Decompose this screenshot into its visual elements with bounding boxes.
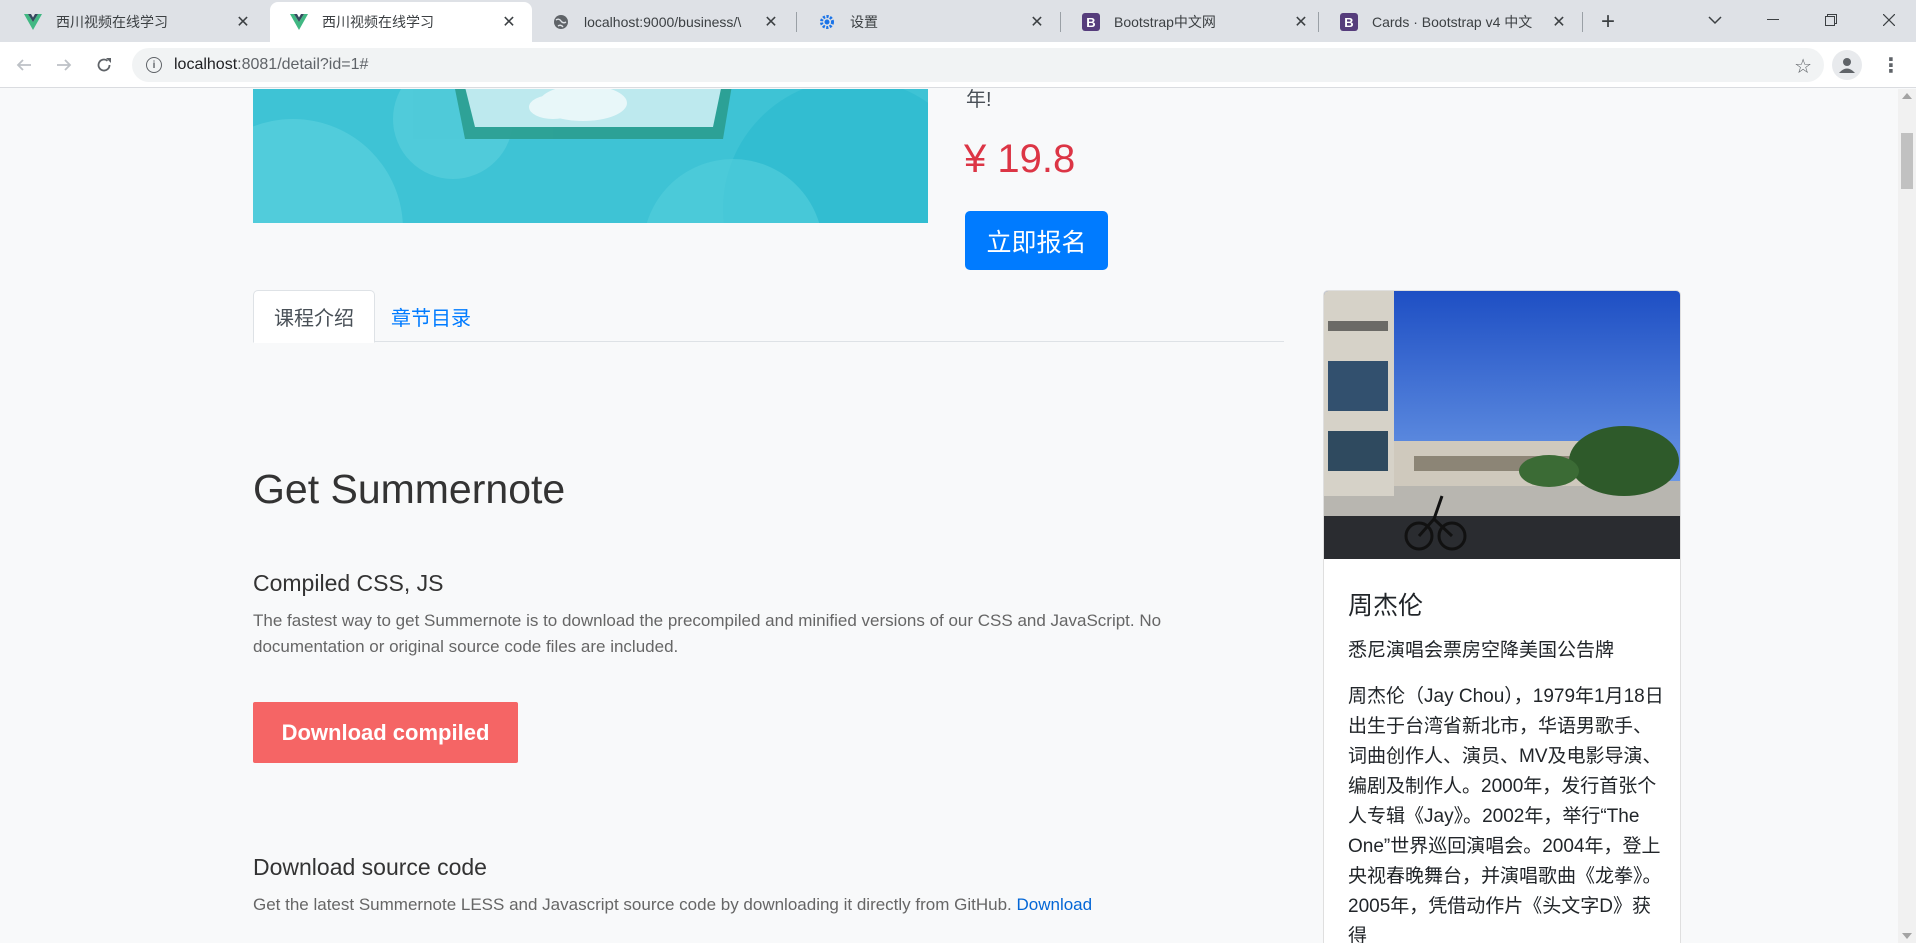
tab-title: 西川视频在线学习: [322, 14, 434, 30]
page-viewport: 年! ¥ 19.8 立即报名 课程介绍 章节目录 Get Summernote …: [0, 89, 1898, 943]
browser-tab-6[interactable]: B Cards · Bootstrap v4 中文 ✕: [1320, 2, 1582, 42]
tab-chapters[interactable]: 章节目录: [371, 290, 491, 342]
teacher-subtitle: 悉尼演唱会票房空降美国公告牌: [1348, 640, 1615, 661]
restore-icon[interactable]: [1808, 0, 1854, 40]
scroll-down-arrow-icon[interactable]: [1902, 933, 1912, 939]
teacher-bio: 周杰伦（Jay Chou），1979年1月18日出生于台湾省新北市，华语男歌手、…: [1348, 686, 1664, 943]
tab-title: localhost:9000/business/\: [584, 14, 742, 30]
tab-title: 设置: [850, 14, 878, 30]
url-host: localhost: [174, 56, 238, 73]
url-path: :8081/detail?id=1#: [237, 56, 369, 73]
close-icon[interactable]: ✕: [500, 13, 518, 31]
forward-arrow-icon[interactable]: [48, 49, 80, 81]
close-icon[interactable]: ✕: [234, 13, 252, 31]
close-icon[interactable]: ✕: [1292, 13, 1310, 31]
tab-separator: [1060, 12, 1061, 32]
course-banner-image: [253, 89, 928, 223]
window-close-icon[interactable]: [1866, 0, 1912, 40]
tab-search-icon[interactable]: [1692, 0, 1738, 40]
bookmark-star-icon[interactable]: ☆: [1794, 54, 1812, 79]
vue-logo-icon: [24, 13, 42, 31]
minimize-icon[interactable]: [1750, 0, 1796, 40]
profile-avatar-icon[interactable]: [1832, 50, 1862, 80]
content-tabs: 课程介绍 章节目录: [253, 290, 1284, 343]
article-heading: Get Summernote: [253, 466, 566, 512]
close-icon[interactable]: ✕: [762, 13, 780, 31]
address-bar[interactable]: i localhost:8081/detail?id=1# ☆: [132, 48, 1824, 82]
section-compiled-text: The fastest way to get Summernote is to …: [253, 611, 1162, 656]
scrollbar-thumb[interactable]: [1901, 133, 1913, 189]
browser-tab-2[interactable]: 西川视频在线学习 ✕: [270, 2, 532, 42]
course-price: ¥ 19.8: [964, 137, 1076, 181]
close-icon[interactable]: ✕: [1550, 13, 1568, 31]
tab-separator: [1582, 12, 1583, 32]
menu-kebab-icon[interactable]: ⋮: [1876, 50, 1906, 80]
teacher-name: 周杰伦: [1348, 592, 1424, 620]
browser-tab-3[interactable]: localhost:9000/business/\ ✕: [532, 2, 794, 42]
svg-text:B: B: [1086, 15, 1095, 30]
page-scrollbar[interactable]: [1898, 89, 1916, 943]
browser-tab-1[interactable]: 西川视频在线学习 ✕: [4, 2, 266, 42]
globe-icon: [552, 13, 570, 31]
close-icon[interactable]: ✕: [1028, 13, 1046, 31]
back-arrow-icon[interactable]: [8, 49, 40, 81]
bootstrap-icon: B: [1082, 13, 1100, 31]
site-info-icon[interactable]: i: [146, 57, 162, 73]
browser-toolbar: i localhost:8081/detail?id=1# ☆ ⋮: [0, 42, 1916, 88]
svg-text:B: B: [1344, 15, 1353, 30]
gear-icon: [818, 13, 836, 31]
reload-icon[interactable]: [88, 49, 120, 81]
download-compiled-button[interactable]: Download compiled: [253, 702, 518, 763]
enroll-button[interactable]: 立即报名: [965, 211, 1108, 270]
url-text: localhost:8081/detail?id=1#: [174, 56, 368, 74]
tab-separator: [796, 12, 797, 32]
download-source-link[interactable]: Download: [1016, 895, 1092, 914]
tab-title: Cards · Bootstrap v4 中文: [1372, 14, 1533, 30]
bootstrap-icon: B: [1340, 13, 1358, 31]
teacher-card: 周杰伦 悉尼演唱会票房空降美国公告牌 周杰伦（Jay Chou），1979年1月…: [1323, 290, 1681, 943]
section-compiled-title: Compiled CSS, JS: [253, 570, 444, 596]
tab-title: 西川视频在线学习: [56, 14, 168, 30]
teacher-photo: [1324, 291, 1680, 559]
tab-course-intro[interactable]: 课程介绍: [253, 290, 375, 343]
scroll-up-arrow-icon[interactable]: [1902, 93, 1912, 99]
browser-tab-5[interactable]: B Bootstrap中文网 ✕: [1062, 2, 1324, 42]
browser-tab-strip: 西川视频在线学习 ✕ 西川视频在线学习 ✕ localhost:9000/bus…: [0, 0, 1916, 42]
course-description-tail: 年!: [966, 89, 992, 111]
browser-tab-4[interactable]: 设置 ✕: [798, 2, 1060, 42]
new-tab-button[interactable]: +: [1592, 6, 1624, 38]
section-source-title: Download source code: [253, 854, 487, 880]
tab-separator: [1318, 12, 1319, 32]
section-source-text: Get the latest Summernote LESS and Javas…: [253, 892, 1253, 918]
section-source-text-body: Get the latest Summernote LESS and Javas…: [253, 895, 1017, 914]
tab-title: Bootstrap中文网: [1114, 14, 1216, 30]
vue-logo-icon: [290, 13, 308, 31]
